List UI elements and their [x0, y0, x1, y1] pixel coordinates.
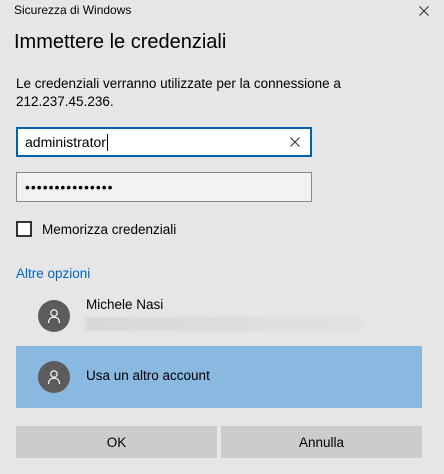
checkbox-box[interactable]	[16, 221, 32, 237]
password-masked-value: •••••••••••••••	[25, 179, 114, 195]
title-bar: Sicurezza di Windows	[0, 0, 444, 22]
more-options-link[interactable]: Altre opzioni	[16, 266, 90, 281]
clear-x-icon	[290, 137, 300, 147]
person-icon	[47, 309, 61, 324]
credentials-dialog: Sicurezza di Windows Immettere le creden…	[0, 0, 444, 474]
dialog-heading: Immettere le credenziali	[14, 31, 227, 53]
connection-message: Le credenziali verranno utilizzate per l…	[16, 76, 341, 109]
app-title: Sicurezza di Windows	[14, 3, 132, 17]
account-tile-michele-nasi[interactable]: Michele Nasi	[16, 285, 422, 347]
clear-username-button[interactable]	[287, 134, 303, 150]
cancel-button[interactable]: Annulla	[221, 426, 422, 458]
close-icon	[419, 6, 429, 16]
remember-credentials-label: Memorizza credenziali	[42, 221, 177, 237]
close-button[interactable]	[404, 0, 444, 22]
remember-credentials-checkbox[interactable]: Memorizza credenziali	[16, 221, 176, 237]
username-field[interactable]: administrator	[16, 127, 312, 157]
account-name: Usa un altro account	[86, 368, 210, 383]
username-value: administrator	[25, 134, 106, 150]
ok-button[interactable]: OK	[16, 426, 217, 458]
text-caret	[106, 133, 108, 151]
password-field[interactable]: •••••••••••••••	[16, 172, 312, 202]
avatar	[38, 300, 70, 332]
person-icon	[47, 370, 61, 385]
avatar	[38, 361, 70, 393]
account-name: Michele Nasi	[86, 297, 164, 312]
account-tile-use-another-account[interactable]: Usa un altro account	[16, 346, 422, 408]
blurred-account-detail	[86, 317, 364, 331]
